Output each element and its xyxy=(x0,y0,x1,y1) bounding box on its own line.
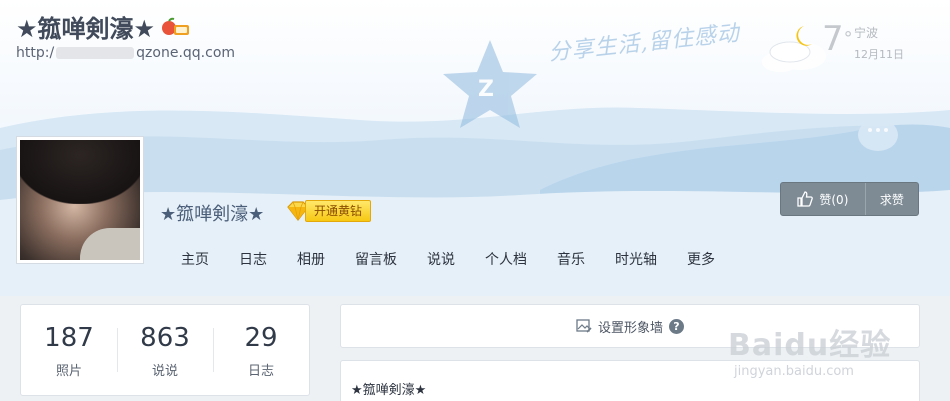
nav-item-blog[interactable]: 日志 xyxy=(224,250,282,270)
nav-item-more[interactable]: 更多 xyxy=(672,250,730,270)
profile-banner: Z ★箛啴剣濠★ http:/ qzone.qq.com 分享生活,留住感动 7… xyxy=(0,0,950,296)
main-nav: 主页 日志 相册 留言板 说说 个人档 音乐 时光轴 更多 xyxy=(166,250,730,270)
weather-city: 宁波 xyxy=(854,26,879,40)
image-edit-icon xyxy=(576,318,592,333)
url-redacted-block xyxy=(56,47,135,59)
stat-blogs-label: 日志 xyxy=(247,363,274,379)
weather-widget[interactable]: 7° 宁波 12月11日 xyxy=(768,20,908,66)
like-box: 赞(0) 求赞 xyxy=(780,182,919,216)
baidu-watermark-logo: Baidu经验 xyxy=(728,328,892,363)
site-url[interactable]: http:/ qzone.qq.com xyxy=(16,45,235,61)
weather-date: 12月11日 xyxy=(854,48,904,61)
stat-moments-value: 863 xyxy=(140,322,190,353)
vip-level-icon[interactable] xyxy=(161,17,191,37)
url-suffix: qzone.qq.com xyxy=(136,45,236,61)
site-title-text: ★箛啴剣濠★ xyxy=(16,15,156,43)
nav-item-moments[interactable]: 说说 xyxy=(412,250,470,270)
help-icon[interactable]: ? xyxy=(669,318,684,334)
nav-item-guestbook[interactable]: 留言板 xyxy=(340,250,412,270)
nav-item-timeline[interactable]: 时光轴 xyxy=(600,250,672,270)
stat-blogs[interactable]: 29 日志 xyxy=(213,322,309,379)
nav-item-music[interactable]: 音乐 xyxy=(542,250,600,270)
nav-item-album[interactable]: 相册 xyxy=(282,250,340,270)
site-title[interactable]: ★箛啴剣濠★ xyxy=(16,9,191,44)
stat-photos[interactable]: 187 照片 xyxy=(21,322,117,379)
like-button[interactable]: 赞(0) xyxy=(781,183,866,215)
bio-text: ★箛啴剣濠★ xyxy=(351,383,427,398)
avatar[interactable] xyxy=(16,136,144,264)
stats-card: 187 照片 863 说说 29 日志 xyxy=(20,304,310,396)
svg-text:Z: Z xyxy=(478,77,494,102)
stat-moments[interactable]: 863 说说 xyxy=(117,322,213,379)
url-prefix: http:/ xyxy=(16,45,55,61)
ask-like-button[interactable]: 求赞 xyxy=(866,183,918,215)
temperature-value: 7° xyxy=(822,19,853,59)
avatar-photo xyxy=(20,140,140,260)
moon-cloud-icon xyxy=(769,26,812,63)
stat-photos-value: 187 xyxy=(44,322,94,353)
open-yellow-diamond-button[interactable]: 开通黄钻 xyxy=(285,200,372,222)
vip-button-label: 开通黄钻 xyxy=(305,200,372,222)
stat-blogs-value: 29 xyxy=(244,322,278,353)
profile-name[interactable]: ★箛啴剣濠★ xyxy=(160,200,264,226)
like-count-label: 赞(0) xyxy=(819,192,849,207)
stat-photos-label: 照片 xyxy=(55,363,82,379)
thumbs-up-icon xyxy=(797,191,814,207)
nav-item-home[interactable]: 主页 xyxy=(166,250,224,270)
set-image-wall-link[interactable]: 设置形象墙 xyxy=(598,317,663,336)
nav-item-profile[interactable]: 个人档 xyxy=(470,250,542,270)
stat-moments-label: 说说 xyxy=(151,363,178,379)
baidu-watermark-url: jingyan.baidu.com xyxy=(734,364,854,379)
